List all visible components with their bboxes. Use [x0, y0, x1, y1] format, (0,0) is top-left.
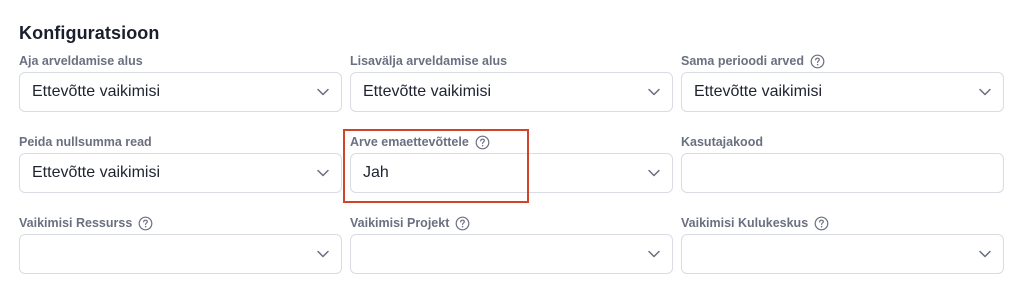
field-aja-arveldamise-alus: Aja arveldamise alus Ettevõtte vaikimisi [19, 53, 342, 112]
lisavalja-arveldamise-alus-select[interactable]: Ettevõtte vaikimisi [350, 72, 673, 112]
field-arve-emaettevottele: Arve emaettevõttele Jah [350, 134, 673, 193]
select-value: Ettevõtte vaikimisi [32, 164, 161, 181]
field-vaikimisi-projekt: Vaikimisi Projekt [350, 215, 673, 274]
chevron-down-icon [647, 247, 661, 261]
field-label: Sama perioodi arved [681, 54, 804, 68]
field-sama-perioodi-arved: Sama perioodi arved Ettevõtte vaikimisi [681, 53, 1004, 112]
field-label: Peida nullsumma read [19, 135, 152, 149]
chevron-down-icon [978, 247, 992, 261]
field-peida-nullsumma-read: Peida nullsumma read Ettevõtte vaikimisi [19, 134, 342, 193]
question-circle-icon[interactable] [138, 216, 153, 231]
question-circle-icon[interactable] [810, 54, 825, 69]
question-circle-icon[interactable] [814, 216, 829, 231]
chevron-down-icon [316, 85, 330, 99]
field-label: Vaikimisi Projekt [350, 216, 450, 230]
field-label: Kasutajakood [681, 135, 763, 149]
kasutajakood-input[interactable] [681, 153, 1004, 193]
arve-emaettevottele-select[interactable]: Jah [350, 153, 673, 193]
question-circle-icon[interactable] [475, 135, 490, 150]
field-kasutajakood: Kasutajakood [681, 134, 1004, 193]
sama-perioodi-arved-select[interactable]: Ettevõtte vaikimisi [681, 72, 1004, 112]
field-lisavalja-arveldamise-alus: Lisavälja arveldamise alus Ettevõtte vai… [350, 53, 673, 112]
peida-nullsumma-read-select[interactable]: Ettevõtte vaikimisi [19, 153, 342, 193]
field-label: Arve emaettevõttele [350, 135, 469, 149]
aja-arveldamise-alus-select[interactable]: Ettevõtte vaikimisi [19, 72, 342, 112]
vaikimisi-kulukeskus-select[interactable] [681, 234, 1004, 274]
section-title: Konfiguratsioon [19, 23, 160, 43]
select-value: Ettevõtte vaikimisi [363, 83, 492, 100]
vaikimisi-projekt-select[interactable] [350, 234, 673, 274]
field-vaikimisi-kulukeskus: Vaikimisi Kulukeskus [681, 215, 1004, 274]
chevron-down-icon [316, 166, 330, 180]
field-label: Vaikimisi Ressurss [19, 216, 133, 230]
field-vaikimisi-ressurss: Vaikimisi Ressurss [19, 215, 342, 274]
chevron-down-icon [316, 247, 330, 261]
chevron-down-icon [647, 85, 661, 99]
field-label: Lisavälja arveldamise alus [350, 54, 508, 68]
field-label: Vaikimisi Kulukeskus [681, 216, 809, 230]
field-label: Aja arveldamise alus [19, 54, 143, 68]
select-value: Ettevõtte vaikimisi [694, 83, 823, 100]
vaikimisi-ressurss-select[interactable] [19, 234, 342, 274]
question-circle-icon[interactable] [455, 216, 470, 231]
select-value: Ettevõtte vaikimisi [32, 83, 161, 100]
select-value: Jah [363, 164, 389, 181]
chevron-down-icon [647, 166, 661, 180]
chevron-down-icon [978, 85, 992, 99]
